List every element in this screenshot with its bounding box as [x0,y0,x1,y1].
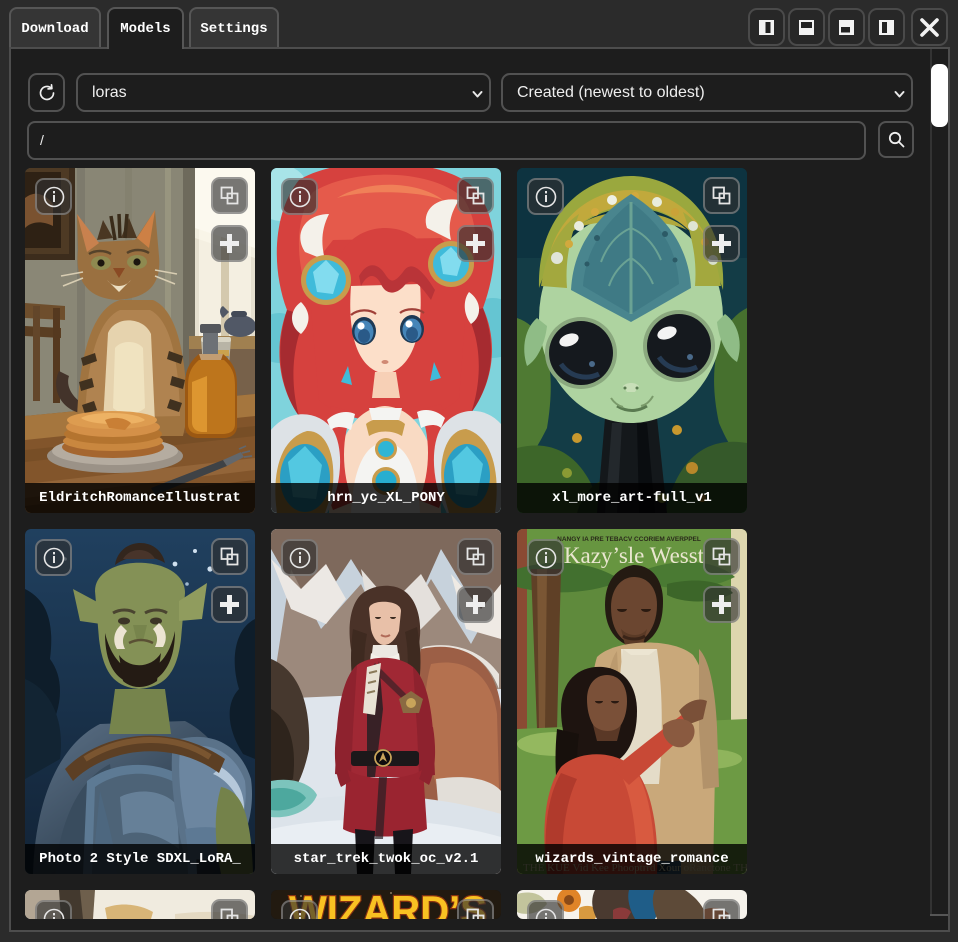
svg-text:Kazy’sle Wesst: Kazy’sle Wesst [564,543,705,568]
svg-text:NANGY IA PRE TEBACV CCORIEM: NANGY IA PRE TEBACV CCORIEM AVERPPEL [557,536,701,543]
